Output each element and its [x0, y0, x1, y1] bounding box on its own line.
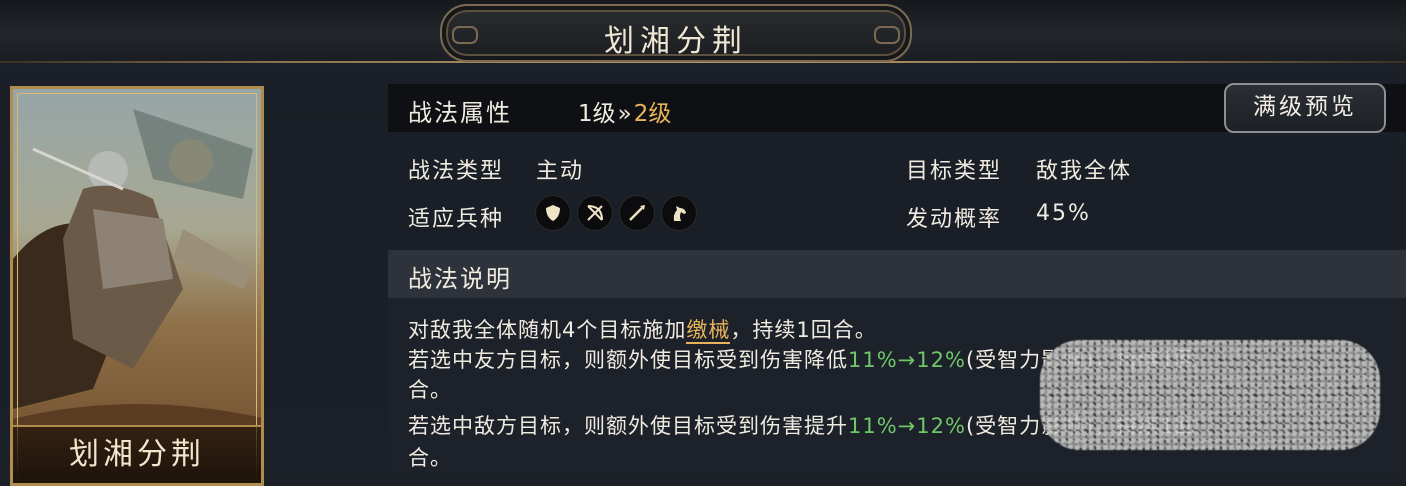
troop-type-label: 适应兵种 [408, 207, 505, 232]
tactic-type-value: 主动 [536, 159, 585, 184]
description-header-label: 战法说明 [408, 265, 512, 293]
card-name: 划湘分荆 [13, 425, 261, 483]
desc-text: ，持续1回合。 [730, 318, 877, 342]
bow-icon[interactable] [578, 196, 612, 230]
level-to: 2级 [633, 101, 672, 127]
trigger-rate-value: 45% [1036, 201, 1091, 226]
card-frame [17, 93, 257, 479]
troop-icons [536, 196, 696, 230]
target-type-label: 目标类型 [906, 159, 1003, 184]
censor-overlay [1040, 340, 1380, 450]
level-indicator: 1级»2级 [578, 94, 671, 128]
keyword-disarm[interactable]: 缴械 [686, 318, 731, 344]
trigger-rate-label: 发动概率 [906, 207, 1003, 232]
target-type-value: 敌我全体 [1036, 159, 1133, 184]
description-header: 战法说明 [388, 250, 1406, 298]
tactic-card[interactable]: 划湘分荆 [10, 86, 264, 486]
horse-icon[interactable] [662, 196, 696, 230]
tactic-type-label: 战法类型 [408, 159, 505, 184]
title-plate: 划湘分荆 [440, 4, 912, 62]
desc-text: 对敌我全体随机4个目标施加 [408, 318, 687, 342]
desc-line: 合。 [408, 378, 452, 402]
desc-line: 对敌我全体随机4个目标施加缴械，持续1回合。 [408, 314, 877, 344]
desc-text: 若选中友方目标，则额外使目标受到伤害降低 [408, 348, 848, 372]
value-change: 11%→12% [848, 414, 966, 438]
attribute-header: 战法属性 1级»2级 满级预览 [388, 83, 1406, 133]
level-from: 1级 [578, 101, 616, 127]
shield-icon[interactable] [536, 196, 570, 230]
desc-text: 若选中敌方目标，则额外使目标受到伤害提升 [408, 414, 848, 438]
value-change: 11%→12% [848, 348, 966, 372]
spear-icon[interactable] [620, 196, 654, 230]
page-title: 划湘分荆 [604, 24, 748, 59]
max-level-preview-button[interactable]: 满级预览 [1224, 83, 1386, 133]
attribute-header-label: 战法属性 [408, 99, 512, 127]
desc-line: 合。 [408, 446, 452, 470]
level-arrow-icon: » [617, 101, 632, 127]
